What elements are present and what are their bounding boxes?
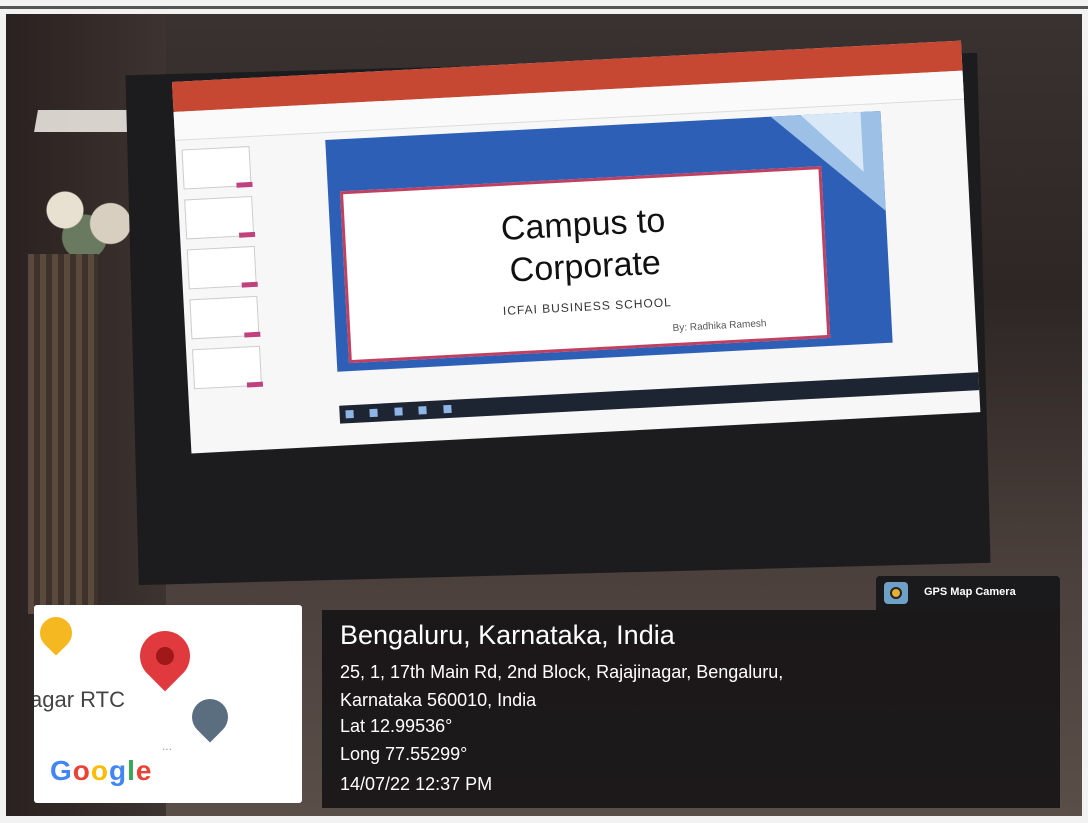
map-place-label: agar RTC: [34, 687, 125, 712]
gps-camera-logo-icon: [884, 582, 908, 604]
timestamp: 14/07/22 12:37 PM: [340, 774, 493, 794]
map-pin-yellow-icon: [34, 610, 79, 656]
address-line-1: 25, 1, 17th Main Rd, 2nd Block, Rajajina…: [340, 662, 784, 682]
google-logo-letter: o: [90, 755, 109, 786]
slide-thumbnail: [181, 146, 252, 190]
google-logo: Google: [50, 755, 152, 787]
decorative-pillar: [28, 254, 98, 614]
location-city: Bengaluru, Karnataka, India: [340, 620, 675, 650]
location-info-panel: Bengaluru, Karnataka, India 25, 1, 17th …: [322, 610, 1060, 808]
windows-taskbar: [339, 372, 980, 424]
photo-border-line: [0, 6, 1088, 9]
map-dots: ...: [162, 739, 173, 753]
slide-thumbnail: [189, 295, 260, 340]
projected-powerpoint: Campus to Corporate ICFAI BUSINESS SCHOO…: [172, 40, 981, 454]
address-line-2: Karnataka 560010, India: [340, 690, 537, 710]
google-logo-letter: g: [109, 755, 128, 786]
search-icon: [345, 409, 354, 419]
slide-thumbnail: [192, 345, 263, 390]
slide-thumbnail: [184, 195, 255, 240]
task-view-icon: [369, 408, 379, 418]
gps-camera-label: GPS Map Camera: [924, 586, 1016, 598]
map-thumbnail: agar RTC ... Google: [34, 605, 302, 803]
slide-thumbnails: [177, 140, 271, 444]
browser-icon: [418, 406, 428, 415]
slide-thumbnail: [186, 245, 257, 290]
slide-decoration: [800, 112, 864, 176]
google-logo-letter: l: [127, 755, 136, 786]
slide-byline: By: Radhika Ramesh: [672, 318, 767, 335]
slide-title-card: Campus to Corporate ICFAI BUSINESS SCHOO…: [339, 166, 831, 364]
google-logo-letter: G: [50, 755, 73, 786]
google-logo-letter: o: [72, 755, 91, 786]
file-explorer-icon: [394, 407, 403, 416]
gps-camera-badge: GPS Map Camera: [876, 576, 1060, 610]
latitude: Lat 12.99536°: [340, 716, 453, 736]
longitude: Long 77.55299°: [340, 744, 468, 764]
slide-title: Campus to Corporate: [344, 191, 824, 300]
powerpoint-icon: [443, 404, 452, 414]
map-pin-red-icon: [129, 620, 201, 692]
google-logo-letter: e: [135, 755, 153, 786]
main-slide: Campus to Corporate ICFAI BUSINESS SCHOO…: [325, 110, 893, 372]
map-pin-gray-icon: [184, 691, 236, 743]
